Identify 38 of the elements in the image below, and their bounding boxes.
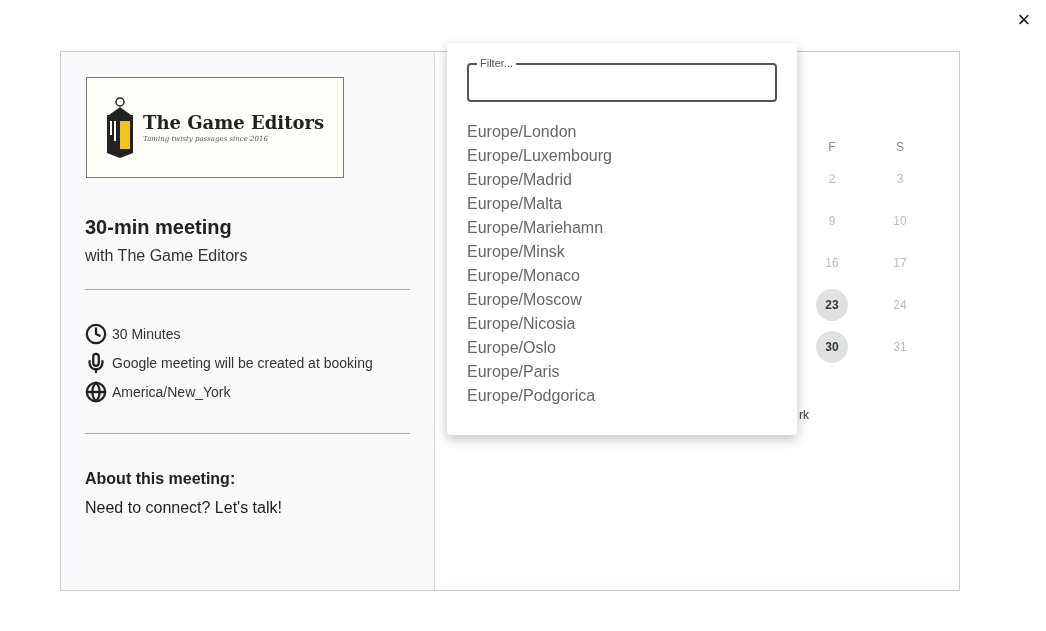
available-day[interactable]: 23 (816, 289, 848, 321)
available-day[interactable]: 30 (816, 331, 848, 363)
calendar-day: 31 (893, 338, 907, 356)
timezone-option[interactable]: Europe/Oslo (467, 336, 777, 360)
calendar-day: 2 (828, 170, 836, 188)
calendar-day: 3 (896, 170, 904, 188)
calendar-day: 24 (893, 296, 907, 314)
meeting-detail: 30 Minutes (112, 325, 181, 344)
timezone-option[interactable]: Europe/London (467, 120, 777, 144)
timezone-text: rk (799, 408, 809, 422)
calendar-day: 16 (825, 254, 839, 272)
timezone-option[interactable]: Europe/Malta (467, 192, 777, 216)
filter-label: Filter... (477, 56, 516, 70)
timezone-option[interactable]: Europe/Luxembourg (467, 144, 777, 168)
calendar-day: 17 (893, 254, 907, 272)
calendar-day: 10 (893, 212, 907, 230)
meeting-detail: America/New_York (112, 383, 231, 402)
about-text: Need to connect? Let's talk! (85, 498, 283, 518)
weekday-label: F (828, 139, 836, 156)
calendar-day: 9 (828, 212, 836, 230)
timezone-option[interactable]: Europe/Nicosia (467, 312, 777, 336)
logo-name: The Game Editors (143, 111, 325, 134)
timezone-option[interactable]: Europe/Moscow (467, 288, 777, 312)
timezone-option[interactable]: Europe/Paris (467, 360, 777, 384)
globe-icon (85, 381, 107, 403)
meeting-title: 30-min meeting (85, 215, 233, 240)
timezone-option[interactable]: Europe/Mariehamn (467, 216, 777, 240)
timezone-option[interactable]: Europe/Madrid (467, 168, 777, 192)
timezone-option[interactable]: Europe/Minsk (467, 240, 777, 264)
clock-icon (85, 323, 107, 345)
meeting-host: with The Game Editors (85, 246, 249, 266)
timezone-option[interactable]: Europe/Monaco (467, 264, 777, 288)
weekday-label: S (896, 139, 904, 156)
close-button[interactable]: × (1012, 8, 1036, 32)
timezone-option[interactable]: Europe/Podgorica (467, 384, 777, 408)
microphone-icon (85, 352, 107, 374)
meeting-detail: Google meeting will be created at booking (112, 354, 373, 373)
about-heading: About this meeting: (85, 469, 237, 489)
